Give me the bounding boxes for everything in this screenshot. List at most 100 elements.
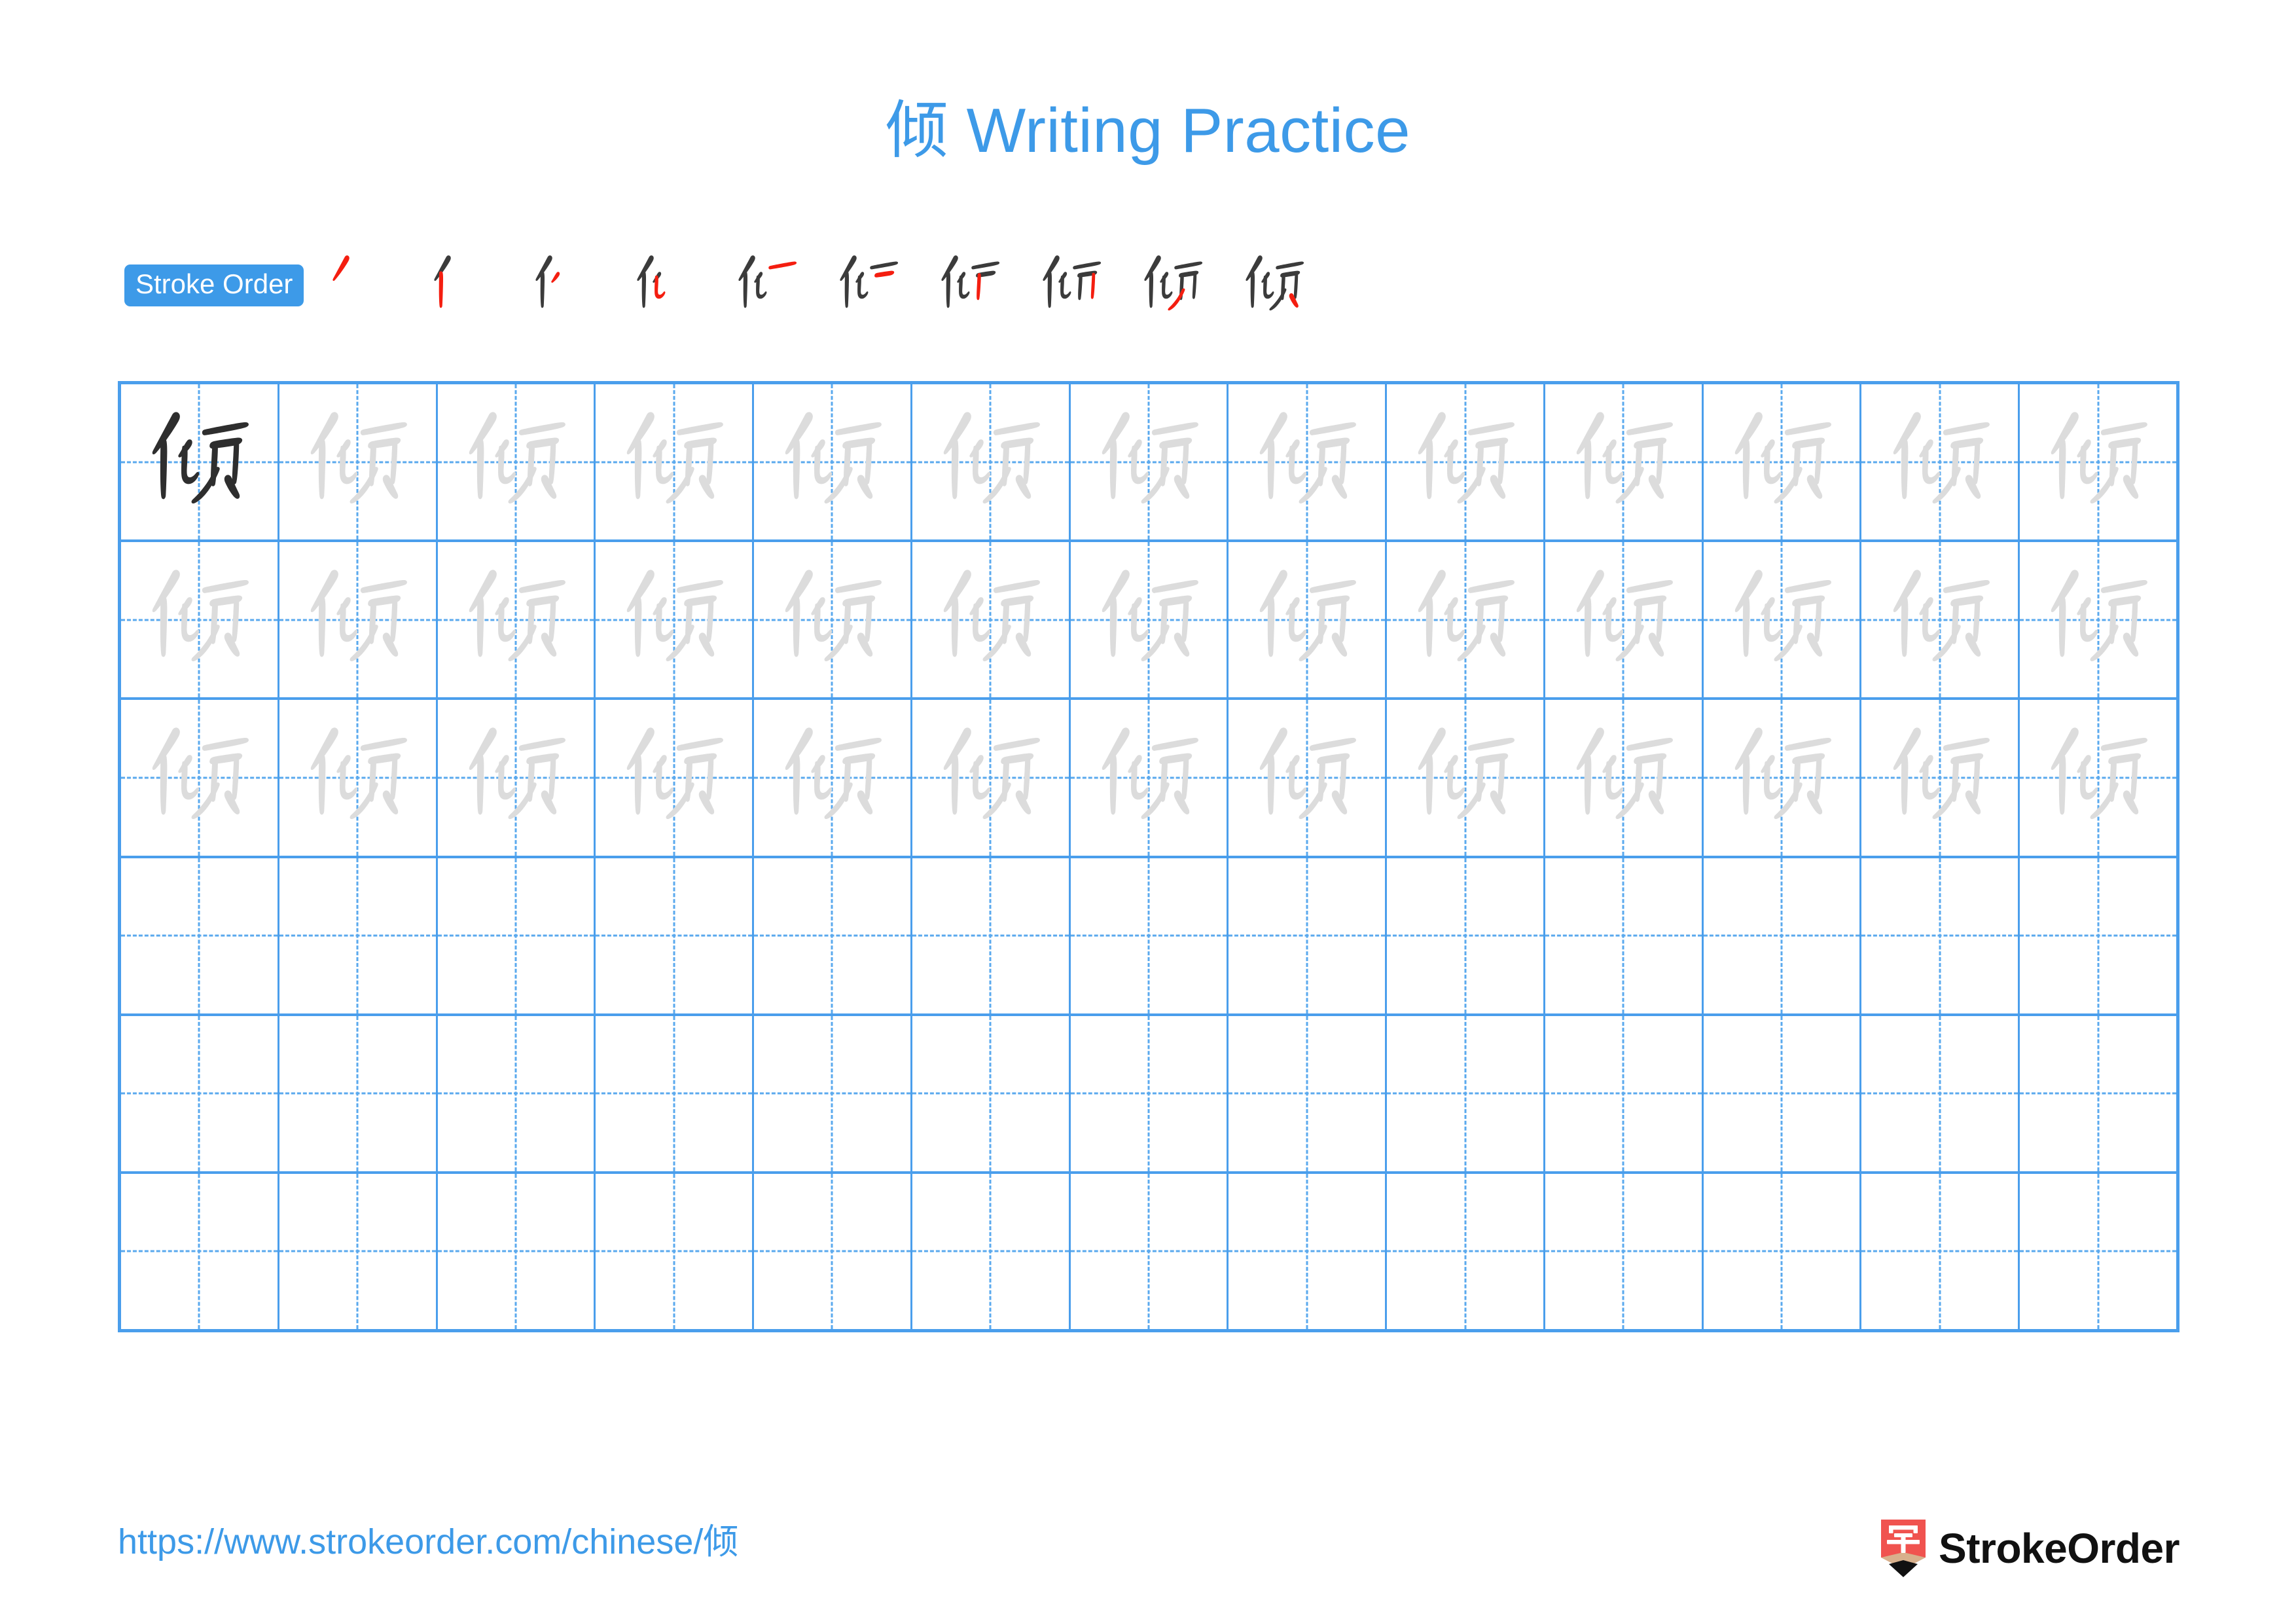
practice-cell-empty[interactable]	[121, 1015, 279, 1171]
practice-cell-empty[interactable]	[121, 858, 279, 1013]
stroke-order-section: Stroke Order	[124, 246, 2179, 325]
practice-cell-trace[interactable]	[596, 700, 755, 856]
practice-cell-trace[interactable]	[1387, 384, 1545, 540]
practice-cell-trace[interactable]	[438, 700, 596, 856]
practice-cell-trace[interactable]	[438, 384, 596, 540]
practice-cell-empty[interactable]	[1545, 858, 1704, 1013]
practice-cell-empty[interactable]	[1704, 858, 1862, 1013]
practice-cell-trace[interactable]	[279, 542, 438, 698]
practice-cell-empty[interactable]	[1704, 1015, 1862, 1171]
practice-cell-trace[interactable]	[1545, 542, 1704, 698]
practice-cell-trace[interactable]	[754, 384, 912, 540]
practice-cell-empty[interactable]	[1229, 1173, 1388, 1330]
trace-character	[1229, 542, 1385, 697]
practice-cell-empty[interactable]	[2020, 1016, 2176, 1171]
practice-cell-empty[interactable]	[596, 1015, 755, 1171]
practice-cell-empty[interactable]	[438, 858, 596, 1013]
pencil-logo-icon	[1880, 1518, 1927, 1578]
trace-character	[1704, 542, 1860, 697]
practice-cell-trace[interactable]	[2020, 542, 2176, 697]
practice-cell-empty[interactable]	[1387, 1015, 1545, 1171]
practice-cell-empty[interactable]	[1861, 1173, 2020, 1330]
practice-cell-trace[interactable]	[1704, 542, 1862, 698]
practice-cell-trace[interactable]	[121, 700, 279, 856]
stroke-step-4	[615, 246, 716, 325]
practice-cell-empty[interactable]	[2020, 1174, 2176, 1329]
practice-cell-empty[interactable]	[279, 1173, 438, 1330]
practice-cell-trace[interactable]	[1861, 700, 2020, 856]
practice-cell-empty[interactable]	[912, 1015, 1071, 1171]
page-title: 倾 Writing Practice	[885, 96, 1411, 166]
practice-cell-trace[interactable]	[1861, 542, 2020, 698]
practice-cell-empty[interactable]	[1229, 858, 1388, 1013]
practice-cell-trace[interactable]	[121, 542, 279, 698]
practice-cell-trace[interactable]	[2020, 384, 2176, 539]
practice-cell-trace[interactable]	[1545, 384, 1704, 540]
practice-cell-empty[interactable]	[1387, 858, 1545, 1013]
practice-cell-empty[interactable]	[1387, 1173, 1545, 1330]
practice-cell-trace[interactable]	[912, 700, 1071, 856]
practice-cell-trace[interactable]	[912, 384, 1071, 540]
trace-character	[596, 542, 752, 697]
practice-cell-trace[interactable]	[279, 384, 438, 540]
stroke-step-3	[513, 246, 615, 325]
practice-cell-trace[interactable]	[1704, 700, 1862, 856]
practice-cell-empty[interactable]	[754, 1015, 912, 1171]
practice-cell-empty[interactable]	[2020, 858, 2176, 1013]
footer-url-link[interactable]: https://www.strokeorder.com/chinese/倾	[118, 1524, 738, 1559]
practice-cell-empty[interactable]	[1071, 1015, 1229, 1171]
practice-cell-empty[interactable]	[1071, 858, 1229, 1013]
practice-cell-trace[interactable]	[1071, 384, 1229, 540]
practice-cell-empty[interactable]	[912, 1173, 1071, 1330]
practice-cell-empty[interactable]	[279, 858, 438, 1013]
trace-character	[2020, 384, 2176, 539]
practice-cell-empty[interactable]	[754, 1173, 912, 1330]
practice-cell-trace[interactable]	[1071, 542, 1229, 698]
practice-cell-trace[interactable]	[279, 700, 438, 856]
practice-cell-trace[interactable]	[912, 542, 1071, 698]
practice-cell-empty[interactable]	[596, 858, 755, 1013]
practice-cell-empty[interactable]	[596, 1173, 755, 1330]
practice-cell-trace[interactable]	[1387, 700, 1545, 856]
stroke-step-1	[310, 246, 412, 325]
title-bar: 倾 Writing Practice	[0, 98, 2296, 164]
strokeorder-logo[interactable]: StrokeOrder	[1880, 1512, 2179, 1584]
practice-cell-trace[interactable]	[596, 542, 755, 698]
practice-cell-empty[interactable]	[1704, 1173, 1862, 1330]
practice-cell-empty[interactable]	[1545, 1173, 1704, 1330]
practice-cell-trace[interactable]	[1387, 542, 1545, 698]
practice-cell-empty[interactable]	[279, 1015, 438, 1171]
footer: https://www.strokeorder.com/chinese/倾 St…	[0, 1512, 2296, 1591]
practice-cell-trace[interactable]	[1704, 384, 1862, 540]
practice-cell-empty[interactable]	[438, 1015, 596, 1171]
practice-cell-empty[interactable]	[912, 858, 1071, 1013]
practice-cell-trace[interactable]	[1229, 384, 1388, 540]
practice-cell-trace[interactable]	[596, 384, 755, 540]
trace-character	[2020, 542, 2176, 697]
trace-character	[438, 700, 594, 855]
practice-cell-trace[interactable]	[1229, 542, 1388, 698]
practice-cell-trace[interactable]	[1071, 700, 1229, 856]
practice-grid-row	[121, 700, 2176, 858]
trace-character	[1071, 542, 1227, 697]
practice-cell-empty[interactable]	[1861, 1015, 2020, 1171]
practice-cell-empty[interactable]	[438, 1173, 596, 1330]
practice-cell-trace[interactable]	[1545, 700, 1704, 856]
practice-cell-empty[interactable]	[754, 858, 912, 1013]
practice-cell-trace[interactable]	[438, 542, 596, 698]
practice-cell-trace[interactable]	[1861, 384, 2020, 540]
trace-character	[1545, 700, 1702, 855]
practice-cell-trace[interactable]	[754, 542, 912, 698]
trace-character	[1071, 384, 1227, 539]
practice-cell-empty[interactable]	[121, 1173, 279, 1330]
practice-cell-trace[interactable]	[754, 700, 912, 856]
practice-cell-trace[interactable]	[2020, 700, 2176, 855]
practice-cell-empty[interactable]	[1071, 1173, 1229, 1330]
practice-cell-empty[interactable]	[1229, 1015, 1388, 1171]
practice-cell-trace[interactable]	[1229, 700, 1388, 856]
practice-cell-empty[interactable]	[1861, 858, 2020, 1013]
stroke-step-10	[1223, 246, 1325, 325]
practice-cell-empty[interactable]	[1545, 1015, 1704, 1171]
trace-character	[2020, 700, 2176, 855]
practice-cell-dark[interactable]	[121, 384, 279, 540]
